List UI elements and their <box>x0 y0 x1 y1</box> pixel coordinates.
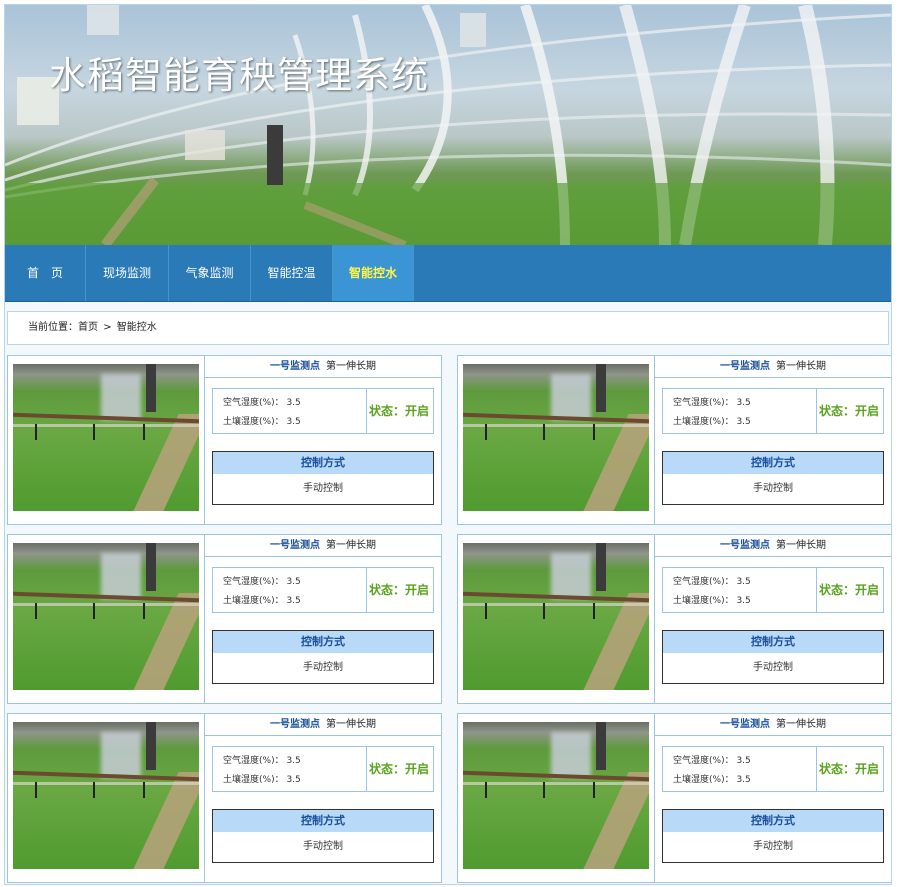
soil-humidity-value: 3.5 <box>736 775 751 785</box>
breadcrumb-current: 智能控水 <box>116 322 157 333</box>
control-mode-button[interactable]: 手动控制 <box>212 474 434 505</box>
point-name: 一号监测点 <box>720 719 770 730</box>
point-name: 一号监测点 <box>720 540 770 551</box>
monitoring-point-card: 一号监测点 第一伸长期 空气湿度(%)： 3.5 土壤湿度(%)： 3.5 状态：… <box>7 713 442 883</box>
soil-humidity-label: 土壤湿度(%)： <box>673 417 734 427</box>
control-mode-button[interactable]: 手动控制 <box>662 832 884 863</box>
control-mode-header: 控制方式 <box>662 809 884 833</box>
air-humidity-value: 3.5 <box>736 577 751 587</box>
soil-humidity-value: 3.5 <box>736 417 751 427</box>
growth-stage: 第一伸长期 <box>776 361 826 372</box>
point-name: 一号监测点 <box>270 361 320 372</box>
control-mode-button[interactable]: 手动控制 <box>212 653 434 684</box>
monitoring-point-card: 一号监测点 第一伸长期 空气湿度(%)： 3.5 土壤湿度(%)： 3.5 状态：… <box>457 713 891 883</box>
soil-humidity-value: 3.5 <box>286 775 301 785</box>
soil-humidity-label: 土壤湿度(%)： <box>223 417 284 427</box>
readings-box: 空气湿度(%)： 3.5 土壤湿度(%)： 3.5 <box>662 746 817 792</box>
readings-box: 空气湿度(%)： 3.5 土壤湿度(%)： 3.5 <box>212 388 367 434</box>
point-info-panel: 一号监测点 第一伸长期 空气湿度(%)： 3.5 土壤湿度(%)： 3.5 状态：… <box>204 714 441 882</box>
air-humidity-label: 空气湿度(%)： <box>673 756 734 766</box>
field-camera-image <box>13 722 199 869</box>
point-info-panel: 一号监测点 第一伸长期 空气湿度(%)： 3.5 土壤湿度(%)： 3.5 状态：… <box>654 714 891 882</box>
air-humidity-label: 空气湿度(%)： <box>223 398 284 408</box>
breadcrumb: 当前位置：首页 > 智能控水 <box>7 311 889 345</box>
air-humidity-value: 3.5 <box>736 398 751 408</box>
nav-item-field-monitoring[interactable]: 现场监测 <box>86 245 169 301</box>
field-camera-image <box>13 364 199 511</box>
soil-humidity-label: 土壤湿度(%)： <box>673 596 734 606</box>
monitoring-point-card: 一号监测点 第一伸长期 空气湿度(%)： 3.5 土壤湿度(%)： 3.5 状态：… <box>7 355 442 525</box>
monitoring-point-card: 一号监测点 第一伸长期 空气湿度(%)： 3.5 土壤湿度(%)： 3.5 状态：… <box>457 355 891 525</box>
point-info-panel: 一号监测点 第一伸长期 空气湿度(%)： 3.5 土壤湿度(%)： 3.5 状态：… <box>204 535 441 703</box>
app-title: 水稻智能育秧管理系统 <box>49 54 429 97</box>
point-title: 一号监测点 第一伸长期 <box>205 714 441 736</box>
growth-stage: 第一伸长期 <box>776 540 826 551</box>
breadcrumb-prefix: 当前位置： <box>28 322 78 333</box>
nav-item-water-control[interactable]: 智能控水 <box>333 245 414 301</box>
status-badge: 状态：开启 <box>815 567 884 613</box>
air-humidity-value: 3.5 <box>286 577 301 587</box>
air-humidity-label: 空气湿度(%)： <box>223 756 284 766</box>
air-humidity-label: 空气湿度(%)： <box>673 398 734 408</box>
status-badge: 状态：开启 <box>365 746 434 792</box>
status-badge: 状态：开启 <box>815 388 884 434</box>
readings-box: 空气湿度(%)： 3.5 土壤湿度(%)： 3.5 <box>662 567 817 613</box>
field-camera-image <box>13 543 199 690</box>
control-mode-header: 控制方式 <box>662 451 884 475</box>
soil-humidity-label: 土壤湿度(%)： <box>673 775 734 785</box>
growth-stage: 第一伸长期 <box>326 361 376 372</box>
field-camera-image <box>463 364 649 511</box>
nav-item-temperature-control[interactable]: 智能控温 <box>251 245 333 301</box>
greenhouse-photo <box>5 5 891 245</box>
growth-stage: 第一伸长期 <box>326 540 376 551</box>
air-humidity-value: 3.5 <box>736 756 751 766</box>
nav-item-weather-monitoring[interactable]: 气象监测 <box>169 245 251 301</box>
air-humidity-label: 空气湿度(%)： <box>673 577 734 587</box>
air-humidity-label: 空气湿度(%)： <box>223 577 284 587</box>
soil-humidity-value: 3.5 <box>286 417 301 427</box>
control-mode-button[interactable]: 手动控制 <box>212 832 434 863</box>
control-mode-header: 控制方式 <box>212 451 434 475</box>
control-mode-header: 控制方式 <box>662 630 884 654</box>
point-info-panel: 一号监测点 第一伸长期 空气湿度(%)： 3.5 土壤湿度(%)： 3.5 状态：… <box>204 356 441 524</box>
monitoring-point-card: 一号监测点 第一伸长期 空气湿度(%)： 3.5 土壤湿度(%)： 3.5 状态：… <box>7 534 442 704</box>
soil-humidity-label: 土壤湿度(%)： <box>223 775 284 785</box>
point-title: 一号监测点 第一伸长期 <box>655 535 891 557</box>
monitoring-point-card: 一号监测点 第一伸长期 空气湿度(%)： 3.5 土壤湿度(%)： 3.5 状态：… <box>457 534 891 704</box>
point-title: 一号监测点 第一伸长期 <box>655 356 891 378</box>
control-mode-button[interactable]: 手动控制 <box>662 474 884 505</box>
air-humidity-value: 3.5 <box>286 756 301 766</box>
point-title: 一号监测点 第一伸长期 <box>205 356 441 378</box>
header-banner: 水稻智能育秧管理系统 <box>5 5 891 245</box>
nav-item-home[interactable]: 首 页 <box>5 245 86 301</box>
breadcrumb-home-link[interactable]: 首页 <box>78 322 98 333</box>
control-mode-header: 控制方式 <box>212 809 434 833</box>
status-badge: 状态：开启 <box>815 746 884 792</box>
point-info-panel: 一号监测点 第一伸长期 空气湿度(%)： 3.5 土壤湿度(%)： 3.5 状态：… <box>654 356 891 524</box>
readings-box: 空气湿度(%)： 3.5 土壤湿度(%)： 3.5 <box>212 567 367 613</box>
control-mode-button[interactable]: 手动控制 <box>662 653 884 684</box>
readings-box: 空气湿度(%)： 3.5 土壤湿度(%)： 3.5 <box>662 388 817 434</box>
soil-humidity-label: 土壤湿度(%)： <box>223 596 284 606</box>
breadcrumb-separator: > <box>103 322 112 333</box>
growth-stage: 第一伸长期 <box>326 719 376 730</box>
soil-humidity-value: 3.5 <box>286 596 301 606</box>
point-title: 一号监测点 第一伸长期 <box>655 714 891 736</box>
point-name: 一号监测点 <box>270 719 320 730</box>
point-info-panel: 一号监测点 第一伸长期 空气湿度(%)： 3.5 土壤湿度(%)： 3.5 状态：… <box>654 535 891 703</box>
air-humidity-value: 3.5 <box>286 398 301 408</box>
point-title: 一号监测点 第一伸长期 <box>205 535 441 557</box>
point-name: 一号监测点 <box>720 361 770 372</box>
page-frame: 水稻智能育秧管理系统 首 页 现场监测 气象监测 智能控温 智能控水 当前位置：… <box>4 4 892 885</box>
main-nav: 首 页 现场监测 气象监测 智能控温 智能控水 <box>5 245 891 302</box>
control-mode-header: 控制方式 <box>212 630 434 654</box>
point-name: 一号监测点 <box>270 540 320 551</box>
soil-humidity-value: 3.5 <box>736 596 751 606</box>
growth-stage: 第一伸长期 <box>776 719 826 730</box>
readings-box: 空气湿度(%)： 3.5 土壤湿度(%)： 3.5 <box>212 746 367 792</box>
status-badge: 状态：开启 <box>365 567 434 613</box>
field-camera-image <box>463 543 649 690</box>
field-camera-image <box>463 722 649 869</box>
status-badge: 状态：开启 <box>365 388 434 434</box>
